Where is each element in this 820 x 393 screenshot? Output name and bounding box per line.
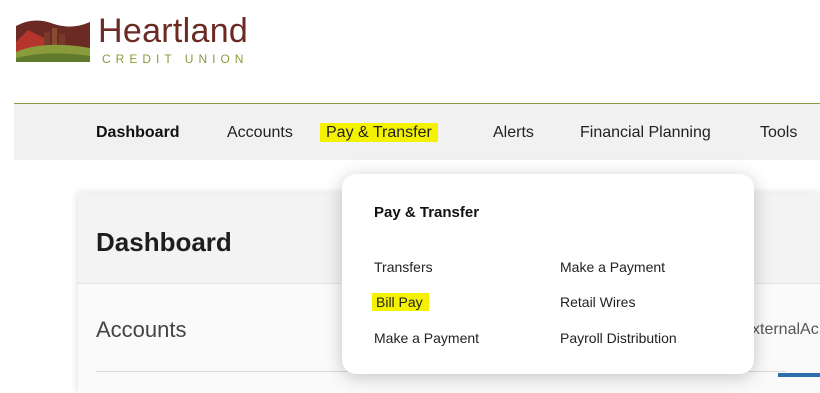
nav-item-pay-transfer[interactable]: Pay & Transfer: [320, 123, 438, 142]
brand-name: Heartland: [98, 12, 249, 50]
menu-item-make-a-payment-right[interactable]: Make a Payment: [560, 259, 665, 275]
menu-item-transfers[interactable]: Transfers: [374, 259, 433, 275]
site-header: Heartland CREDIT UNION: [0, 0, 820, 104]
nav-item-financial-planning[interactable]: Financial Planning: [580, 124, 711, 142]
accounts-section-label: Accounts: [96, 317, 187, 342]
nav-item-pay-transfer-label: Pay & Transfer: [320, 123, 438, 142]
menu-item-retail-wires[interactable]: Retail Wires: [560, 294, 635, 310]
external-accounts-link[interactable]: xternalAc: [752, 321, 819, 339]
logo-mark-icon: [16, 20, 90, 63]
nav-item-tools[interactable]: Tools: [760, 124, 797, 142]
heartland-logo[interactable]: Heartland CREDIT UNION: [14, 12, 254, 70]
menu-item-bill-pay[interactable]: Bill Pay: [372, 293, 429, 311]
menu-item-payroll-distribution[interactable]: Payroll Distribution: [560, 330, 677, 346]
main-nav: Dashboard Accounts Pay & Transfer Alerts…: [14, 104, 820, 160]
dropdown-title: Pay & Transfer: [374, 204, 480, 221]
menu-item-make-a-payment-left[interactable]: Make a Payment: [374, 330, 479, 346]
nav-item-dashboard[interactable]: Dashboard: [96, 124, 180, 142]
nav-item-accounts[interactable]: Accounts: [227, 124, 293, 142]
pay-transfer-dropdown: Pay & Transfer Transfers Bill Pay Make a…: [342, 174, 754, 374]
page-title: Dashboard: [96, 227, 232, 257]
nav-item-alerts[interactable]: Alerts: [493, 124, 534, 142]
menu-item-bill-pay-label: Bill Pay: [372, 293, 429, 311]
accent-bar: [778, 373, 820, 377]
brand-subtitle: CREDIT UNION: [102, 52, 249, 66]
